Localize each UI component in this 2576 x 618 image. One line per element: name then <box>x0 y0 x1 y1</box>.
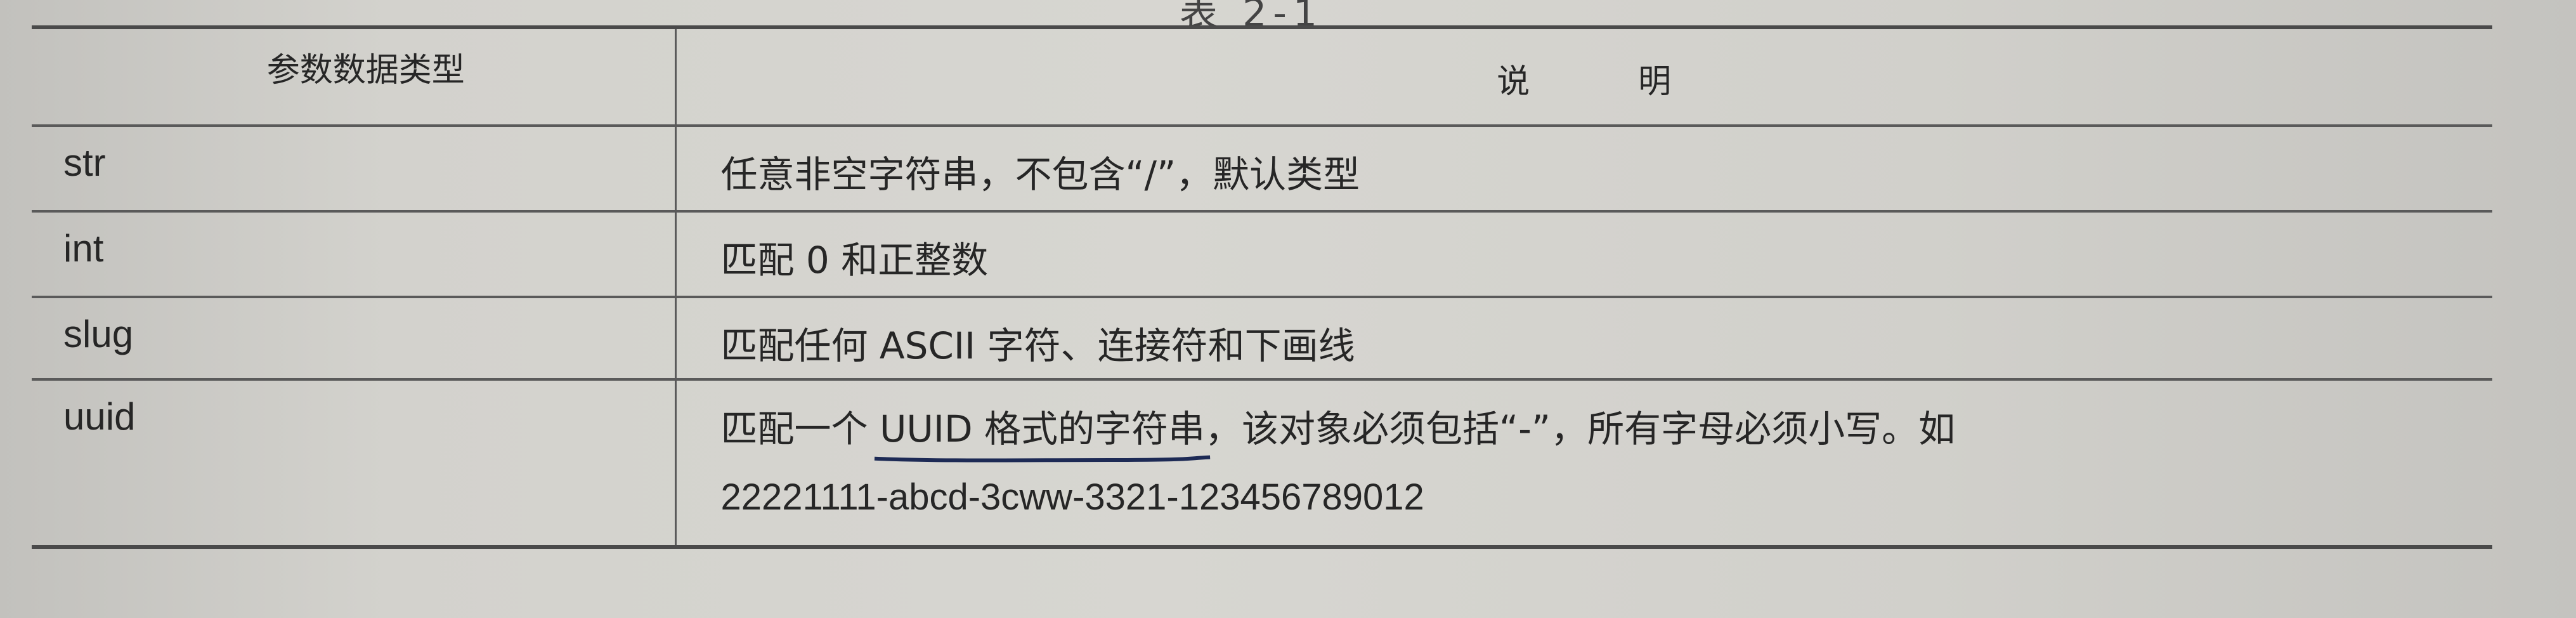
path-converter-table: 参数数据类型 说明 str 任意非空字符串，不包含“/”，默认类型 int 匹配… <box>32 25 2492 549</box>
table-row: uuid 匹配一个 UUID 格式的字符串 ，该对象必须包括“-”，所有字母必须小… <box>32 379 2492 547</box>
desc-uuid: 匹配一个 UUID 格式的字符串 ，该对象必须包括“-”，所有字母必须小写。如 2… <box>675 379 2492 547</box>
type-slug: slug <box>32 297 677 379</box>
book-page: 表 2-1 参数数据类型 说明 str 任意非空字符串，不包含“/”，默认类型 … <box>0 0 2576 618</box>
header-description: 说明 <box>675 27 2492 126</box>
table-row: slug 匹配任何 ASCII 字符、连接符和下画线 <box>32 297 2492 379</box>
header-desc-char-2: 明 <box>1638 63 1672 101</box>
type-str: str <box>32 126 677 211</box>
pen-underlined-phrase: UUID 格式的字符串 <box>880 395 1205 463</box>
type-uuid: uuid <box>32 379 677 547</box>
type-int: int <box>32 211 677 297</box>
table-header-row: 参数数据类型 说明 <box>32 27 2492 126</box>
header-type: 参数数据类型 <box>32 27 677 126</box>
table-row: int 匹配 0 和正整数 <box>32 211 2492 297</box>
pen-underline-mark <box>875 453 1210 467</box>
desc-uuid-example: 22221111-abcd-3cww-3321-123456789012 <box>720 477 1424 518</box>
desc-uuid-suffix: ，该对象必须包括“-”，所有字母必须小写。如 <box>1205 407 1956 450</box>
desc-str: 任意非空字符串，不包含“/”，默认类型 <box>720 153 1360 196</box>
desc-uuid-line-1: 匹配一个 UUID 格式的字符串 ，该对象必须包括“-”，所有字母必须小写。如 <box>721 395 2493 463</box>
header-desc-char-1: 说 <box>1497 63 1531 101</box>
desc-uuid-prefix: 匹配一个 <box>720 407 880 450</box>
desc-int: 匹配 0 和正整数 <box>720 239 989 282</box>
desc-uuid-underlined-text: UUID 格式的字符串 <box>879 407 1206 450</box>
desc-slug: 匹配任何 ASCII 字符、连接符和下画线 <box>720 324 1355 367</box>
table-row: str 任意非空字符串，不包含“/”，默认类型 <box>32 126 2492 211</box>
